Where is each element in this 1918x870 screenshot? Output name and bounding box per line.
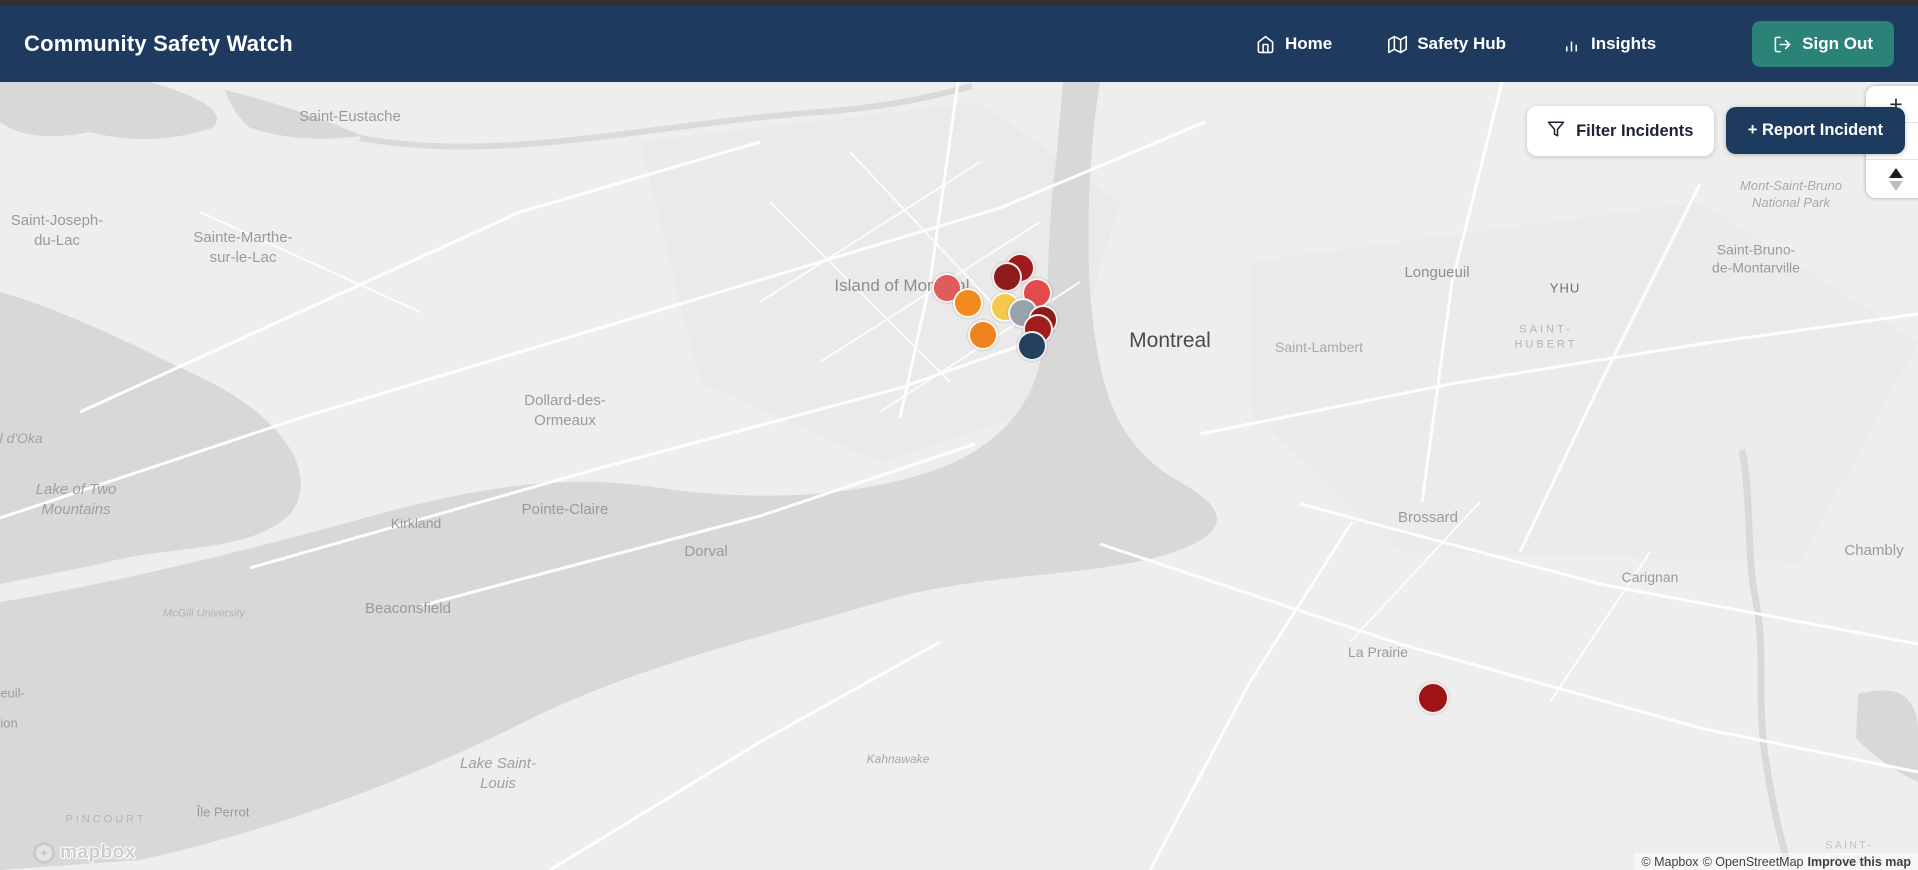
map-canvas[interactable]: Saint-Eustache Saint-Joseph- du-Lac Sainte… xyxy=(0,82,1918,870)
nav-item-label: Insights xyxy=(1591,34,1657,53)
bar-chart-icon xyxy=(1562,35,1581,54)
improve-this-map-link[interactable]: Improve this map xyxy=(1808,855,1912,869)
compass-south-icon xyxy=(1889,180,1903,191)
filter-incidents-label: Filter Incidents xyxy=(1576,121,1694,140)
funnel-icon xyxy=(1547,120,1565,143)
main-nav: Home Safety Hub Insights Sign Out xyxy=(1256,21,1894,67)
osm-attribution-link[interactable]: © OpenStreetMap xyxy=(1703,855,1804,869)
report-incident-label: + Report Incident xyxy=(1747,121,1883,139)
incident-marker[interactable] xyxy=(1417,682,1449,714)
map-attribution: © Mapbox © OpenStreetMap Improve this ma… xyxy=(1634,853,1918,870)
incident-marker[interactable] xyxy=(968,320,998,350)
nav-item-label: Safety Hub xyxy=(1417,34,1506,53)
incident-marker[interactable] xyxy=(1017,331,1047,361)
incident-markers-layer xyxy=(0,82,1918,870)
mapbox-logo[interactable]: ✦ mapbox xyxy=(33,842,136,864)
home-icon xyxy=(1256,35,1275,54)
map-icon xyxy=(1388,35,1408,54)
nav-item-insights[interactable]: Insights xyxy=(1562,34,1656,54)
app-title: Community Safety Watch xyxy=(24,31,293,56)
report-incident-button[interactable]: + Report Incident xyxy=(1725,107,1905,154)
incident-marker[interactable] xyxy=(992,262,1022,292)
nav-item-safety-hub[interactable]: Safety Hub xyxy=(1388,34,1506,54)
mapbox-logo-text: mapbox xyxy=(60,842,136,863)
filter-incidents-button[interactable]: Filter Incidents xyxy=(1526,106,1714,156)
compass-north-icon xyxy=(1889,167,1903,178)
app-header: Community Safety Watch Home Safety Hub I… xyxy=(0,6,1918,82)
nav-item-home[interactable]: Home xyxy=(1256,34,1332,54)
incident-marker[interactable] xyxy=(953,288,983,318)
mapbox-attribution-link[interactable]: © Mapbox xyxy=(1641,855,1698,869)
sign-out-button[interactable]: Sign Out xyxy=(1752,21,1894,67)
log-out-icon xyxy=(1773,35,1792,54)
compass-pitch-button[interactable] xyxy=(1866,160,1918,198)
nav-item-label: Home xyxy=(1284,34,1333,53)
mapbox-pin-icon: ✦ xyxy=(33,842,55,864)
sign-out-label: Sign Out xyxy=(1802,34,1873,53)
map-action-buttons: Filter Incidents + Report Incident xyxy=(1526,106,1905,156)
